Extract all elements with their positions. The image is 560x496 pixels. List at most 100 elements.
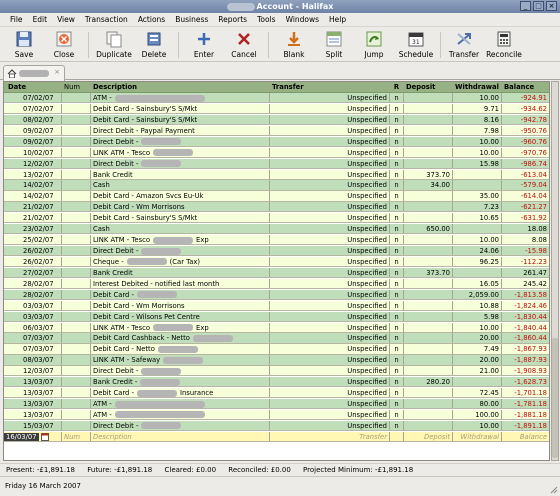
cell-reconciled[interactable]: n	[390, 366, 404, 376]
cell-num[interactable]	[62, 246, 91, 256]
cell-deposit[interactable]: 34.00	[404, 180, 453, 190]
schedule-button[interactable]: 31 Schedule	[394, 30, 438, 59]
cell-withdrawal[interactable]: 7.98	[453, 125, 502, 135]
cell-transfer[interactable]: Unspecified	[270, 399, 390, 409]
menu-transaction[interactable]: Transaction	[80, 13, 133, 26]
table-row[interactable]: 13/02/07 Bank Credit Unspecified n 373.70 -61…	[4, 169, 549, 180]
cell-deposit[interactable]	[404, 366, 453, 376]
cell-description[interactable]: Bank Credit	[91, 169, 270, 179]
table-row[interactable]: 09/02/07 Direct Debit - Unspecified n 10.00 -…	[4, 136, 549, 147]
cell-date[interactable]: 08/03/07	[4, 355, 62, 365]
cell-transfer[interactable]: Unspecified	[270, 224, 390, 234]
cell-transfer[interactable]: Unspecified	[270, 180, 390, 190]
cell-deposit[interactable]	[404, 289, 453, 299]
calendar-icon[interactable]	[40, 432, 49, 441]
cell-reconciled[interactable]: n	[390, 420, 404, 431]
cell-date[interactable]: 10/02/07	[4, 147, 62, 157]
header-balance[interactable]: Balance	[502, 82, 549, 92]
reconcile-button[interactable]: Reconcile	[482, 30, 526, 59]
cell-date[interactable]: 23/02/07	[4, 224, 62, 234]
cell-withdrawal[interactable]: 10.65	[453, 213, 502, 223]
table-row[interactable]: 07/02/07 Debit Card - Sainsbury'S S/Mkt Un…	[4, 103, 549, 115]
table-row[interactable]: 10/02/07 LINK ATM - Tesco Unspecified n 10.0…	[4, 147, 549, 158]
cell-transfer[interactable]: Unspecified	[270, 114, 390, 125]
cell-reconciled[interactable]: n	[390, 103, 404, 114]
cell-description[interactable]: LINK ATM - Tesco	[91, 147, 270, 157]
cell-transfer[interactable]: Unspecified	[270, 300, 390, 310]
cell-reconciled[interactable]: n	[390, 388, 404, 398]
cell-num[interactable]	[62, 213, 91, 223]
cell-num[interactable]	[62, 377, 91, 387]
cell-deposit[interactable]	[404, 147, 453, 157]
cell-withdrawal[interactable]: 10.00	[453, 147, 502, 157]
cell-date[interactable]: 26/02/07	[4, 246, 62, 256]
table-row[interactable]: 12/03/07 Direct Debit - Unspecified n 21.00 -…	[4, 366, 549, 377]
cell-reconciled[interactable]: n	[390, 125, 404, 135]
cell-date[interactable]: 13/03/07	[4, 409, 62, 420]
table-row[interactable]: 12/02/07 Direct Debit - Unspecified n 15.98 -…	[4, 158, 549, 169]
cell-date[interactable]: 13/03/07	[4, 399, 62, 409]
cell-withdrawal[interactable]	[453, 224, 502, 234]
cell-reconciled[interactable]: n	[390, 235, 404, 245]
cell-withdrawal[interactable]: 35.00	[453, 191, 502, 201]
cell-description[interactable]: Cheque - (Car Tax)	[91, 256, 270, 267]
cell-withdrawal[interactable]	[453, 180, 502, 190]
cell-description[interactable]: Debit Card - Wm Morrisons	[91, 202, 270, 212]
cell-reconciled[interactable]: n	[390, 93, 404, 103]
cell-deposit[interactable]	[404, 344, 453, 354]
blank-date-value[interactable]: 16/03/07	[4, 432, 39, 442]
cell-date[interactable]: 09/02/07	[4, 125, 62, 135]
cell-reconciled[interactable]: n	[390, 136, 404, 146]
cell-date[interactable]: 13/02/07	[4, 169, 62, 179]
cell-date[interactable]: 03/03/07	[4, 311, 62, 321]
cell-num[interactable]	[62, 256, 91, 267]
cell-num[interactable]	[62, 300, 91, 310]
enter-button[interactable]: Enter	[182, 30, 226, 59]
cell-date[interactable]: 07/02/07	[4, 93, 62, 103]
table-row[interactable]: 14/02/07 Cash Unspecified n 34.00 -579.04	[4, 180, 549, 191]
cell-deposit[interactable]	[404, 355, 453, 365]
cell-withdrawal[interactable]: 10.00	[453, 93, 502, 103]
cell-deposit[interactable]	[404, 399, 453, 409]
table-row[interactable]: 27/02/07 Bank Credit Unspecified n 373.70 261…	[4, 267, 549, 279]
cell-description[interactable]: Direct Debit - Paypal Payment	[91, 125, 270, 135]
cell-transfer[interactable]: Unspecified	[270, 136, 390, 146]
blank-date-field[interactable]: 16/03/07	[4, 431, 62, 442]
cell-reconciled[interactable]: n	[390, 246, 404, 256]
cell-withdrawal[interactable]: 10.00	[453, 235, 502, 245]
table-row[interactable]: 07/03/07 Debit Card - Netto Unspecified n 7.…	[4, 344, 549, 355]
cell-withdrawal[interactable]	[453, 267, 502, 278]
cell-withdrawal[interactable]: 100.00	[453, 409, 502, 420]
cell-transfer[interactable]: Unspecified	[270, 409, 390, 420]
cell-description[interactable]: Interest Debited - notified last month	[91, 278, 270, 288]
cell-deposit[interactable]	[404, 136, 453, 146]
cell-reconciled[interactable]: n	[390, 267, 404, 278]
cell-num[interactable]	[62, 333, 91, 343]
cell-transfer[interactable]: Unspecified	[270, 388, 390, 398]
tab-account[interactable]: ×	[3, 65, 65, 81]
cell-num[interactable]	[62, 420, 91, 431]
cell-description[interactable]: Bank Credit	[91, 267, 270, 278]
cell-date[interactable]: 21/02/07	[4, 213, 62, 223]
cell-num[interactable]	[62, 366, 91, 376]
cell-description[interactable]: Debit Card - Wm Morrisons	[91, 300, 270, 310]
cell-withdrawal[interactable]: 15.98	[453, 158, 502, 168]
cell-num[interactable]	[62, 311, 91, 321]
cell-withdrawal[interactable]: 10.88	[453, 300, 502, 310]
cell-description[interactable]: Debit Card -	[91, 289, 270, 299]
cell-description[interactable]: Direct Debit -	[91, 420, 270, 431]
cell-num[interactable]	[62, 224, 91, 234]
cell-deposit[interactable]: 373.70	[404, 169, 453, 179]
jump-button[interactable]: Jump	[352, 30, 396, 59]
cell-withdrawal[interactable]: 21.00	[453, 366, 502, 376]
cell-withdrawal[interactable]: 9.71	[453, 103, 502, 114]
cell-transfer[interactable]: Unspecified	[270, 355, 390, 365]
cell-date[interactable]: 13/03/07	[4, 388, 62, 398]
cell-description[interactable]: LINK ATM - Tesco Exp	[91, 322, 270, 332]
cell-transfer[interactable]: Unspecified	[270, 344, 390, 354]
cell-transfer[interactable]: Unspecified	[270, 366, 390, 376]
blank-transfer-field[interactable]: Transfer	[270, 431, 390, 442]
cell-reconciled[interactable]: n	[390, 344, 404, 354]
cell-num[interactable]	[62, 267, 91, 278]
cell-deposit[interactable]	[404, 191, 453, 201]
